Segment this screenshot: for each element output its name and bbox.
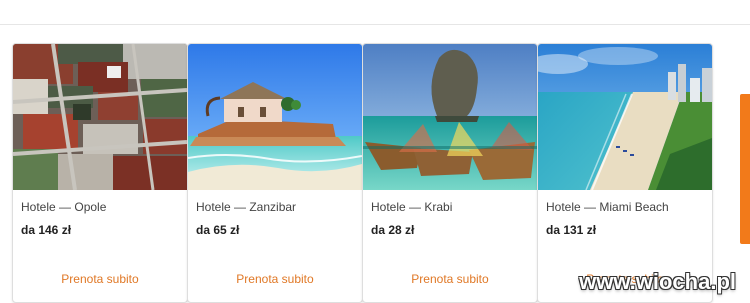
card-title: Hotele — Opole xyxy=(21,200,107,214)
beach-rock-icon xyxy=(188,44,362,190)
card-title: Hotele — Zanzibar xyxy=(196,200,297,214)
hotel-cards: Hotele — Opole da 146 zł Prenota subito xyxy=(12,43,713,303)
hotel-card-miami-beach[interactable]: Hotele — Miami Beach da 131 zł Prenota s… xyxy=(537,43,713,303)
card-title: Hotele — Krabi xyxy=(371,200,453,214)
top-panel xyxy=(0,0,750,25)
hotel-card-krabi[interactable]: Hotele — Krabi da 28 zł Prenota subito xyxy=(362,43,538,303)
longtail-boats-icon xyxy=(363,44,537,190)
card-title: Hotele — Miami Beach xyxy=(546,200,669,214)
card-price: da 28 zł xyxy=(371,223,415,237)
book-now-link[interactable]: Prenota subito xyxy=(538,272,712,286)
photo-opole[interactable] xyxy=(13,44,187,190)
card-price: da 146 zł xyxy=(21,223,72,237)
card-price: da 65 zł xyxy=(196,223,240,237)
carousel-next-button[interactable] xyxy=(740,94,750,244)
beach-skyline-icon xyxy=(538,44,712,190)
city-aerial-icon xyxy=(13,44,187,190)
hotel-card-zanzibar[interactable]: Hotele — Zanzibar da 65 zł Prenota subit… xyxy=(187,43,363,303)
photo-miami-beach[interactable] xyxy=(538,44,712,190)
hotel-card-opole[interactable]: Hotele — Opole da 146 zł Prenota subito xyxy=(12,43,188,303)
book-now-link[interactable]: Prenota subito xyxy=(188,272,362,286)
book-now-link[interactable]: Prenota subito xyxy=(363,272,537,286)
book-now-link[interactable]: Prenota subito xyxy=(13,272,187,286)
card-price: da 131 zł xyxy=(546,223,597,237)
photo-zanzibar[interactable] xyxy=(188,44,362,190)
photo-krabi[interactable] xyxy=(363,44,537,190)
